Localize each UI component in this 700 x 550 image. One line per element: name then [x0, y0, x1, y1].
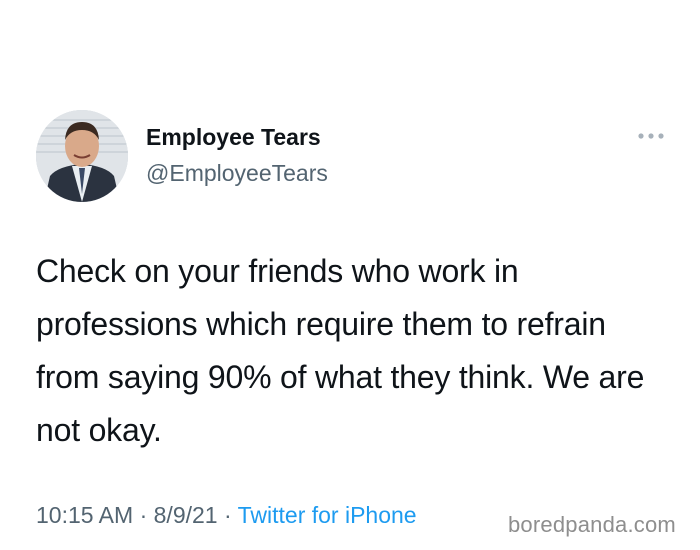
tweet-date[interactable]: 8/9/21	[154, 502, 218, 528]
author-handle[interactable]: @EmployeeTears	[146, 160, 328, 187]
author-name[interactable]: Employee Tears	[146, 124, 321, 151]
meta-separator: ·	[133, 502, 154, 528]
meta-separator: ·	[217, 502, 238, 528]
more-horizontal-icon[interactable]	[636, 128, 666, 144]
author-avatar[interactable]	[36, 110, 128, 202]
tweet-text: Check on your friends who work in profes…	[36, 253, 645, 448]
avatar-photo	[36, 110, 128, 202]
tweet-source[interactable]: Twitter for iPhone	[238, 502, 417, 528]
tweet-time[interactable]: 10:15 AM	[36, 502, 133, 528]
tweet-metadata: 10:15 AM · 8/9/21 · Twitter for iPhone	[36, 502, 417, 529]
watermark: boredpanda.com	[508, 512, 676, 537]
